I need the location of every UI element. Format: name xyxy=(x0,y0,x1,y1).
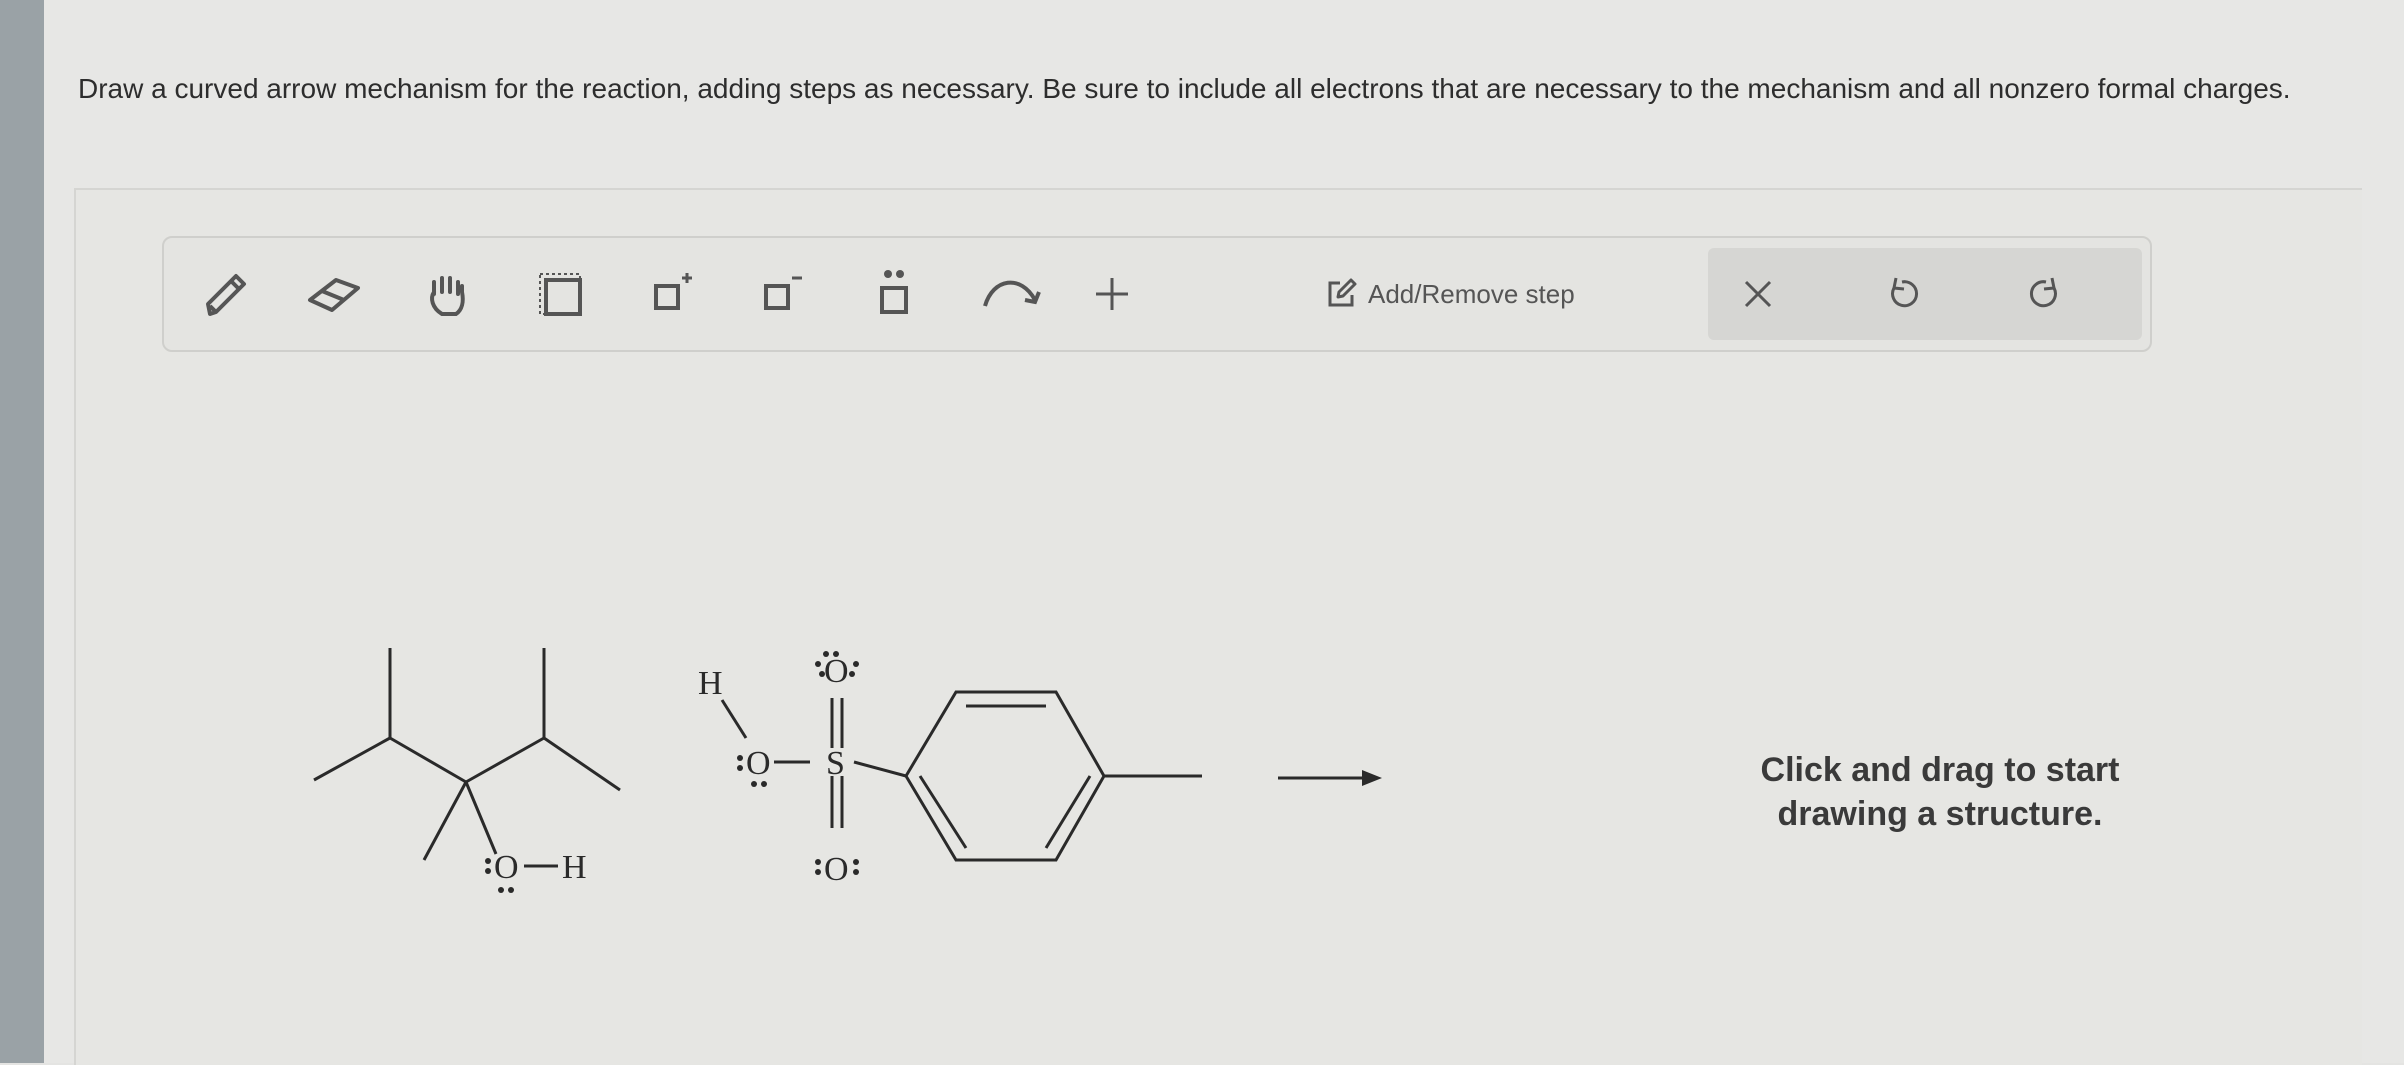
close-icon xyxy=(1744,280,1772,308)
add-remove-step-label: Add/Remove step xyxy=(1368,278,1575,309)
hand-icon xyxy=(430,276,465,316)
pencil-tool-button[interactable] xyxy=(186,238,266,350)
tertiary-alcohol xyxy=(313,648,621,868)
reactant-structures: O H H O S O O xyxy=(313,648,1202,893)
plus-icon xyxy=(1096,278,1128,310)
canvas-hint: Click and drag to start drawing a struct… xyxy=(1760,751,2120,833)
negative-charge-icon xyxy=(764,276,802,310)
eraser-icon xyxy=(308,278,360,312)
tsoh-hydroxyl-oxygen-label: O xyxy=(746,745,771,782)
alcohol-hydrogen-label: H xyxy=(562,849,587,886)
curved-arrow-icon xyxy=(983,280,1041,307)
tsoh-bottom-oxygen-label: O xyxy=(824,851,849,888)
positive-charge-icon xyxy=(654,273,692,310)
positive-charge-button[interactable] xyxy=(632,238,712,350)
undo-icon xyxy=(1891,277,1918,308)
redo-icon xyxy=(2030,277,2057,308)
drawing-toolbar: Add/Remove step xyxy=(162,236,2152,352)
plus-tool-button[interactable] xyxy=(1072,238,1152,350)
clear-button[interactable] xyxy=(1718,248,1798,340)
add-remove-step-button[interactable]: Add/Remove step xyxy=(1324,238,1624,350)
lone-pair-button[interactable] xyxy=(854,238,934,350)
pencil-icon xyxy=(206,274,246,316)
left-edge-strip xyxy=(0,0,44,1063)
tosic-acid xyxy=(720,690,1202,862)
select-tool-button[interactable] xyxy=(520,238,600,350)
edit-icon xyxy=(1328,278,1357,307)
lone-pair-icon xyxy=(880,270,908,314)
negative-charge-button[interactable] xyxy=(742,238,822,350)
tsoh-sulfur-label: S xyxy=(826,745,845,782)
select-box-icon xyxy=(539,273,582,316)
tsoh-hydrogen-label: H xyxy=(698,665,723,702)
alcohol-oxygen-label: O xyxy=(494,849,519,886)
action-buttons xyxy=(1708,248,2142,340)
curved-arrow-button[interactable] xyxy=(972,238,1052,350)
hand-tool-button[interactable] xyxy=(408,238,488,350)
eraser-tool-button[interactable] xyxy=(294,238,374,350)
reaction-arrow xyxy=(1278,770,1382,786)
tsoh-top-oxygen-label: O xyxy=(824,653,849,690)
undo-button[interactable] xyxy=(1862,248,1942,340)
redo-button[interactable] xyxy=(2006,248,2086,340)
question-prompt: Draw a curved arrow mechanism for the re… xyxy=(78,73,2291,104)
